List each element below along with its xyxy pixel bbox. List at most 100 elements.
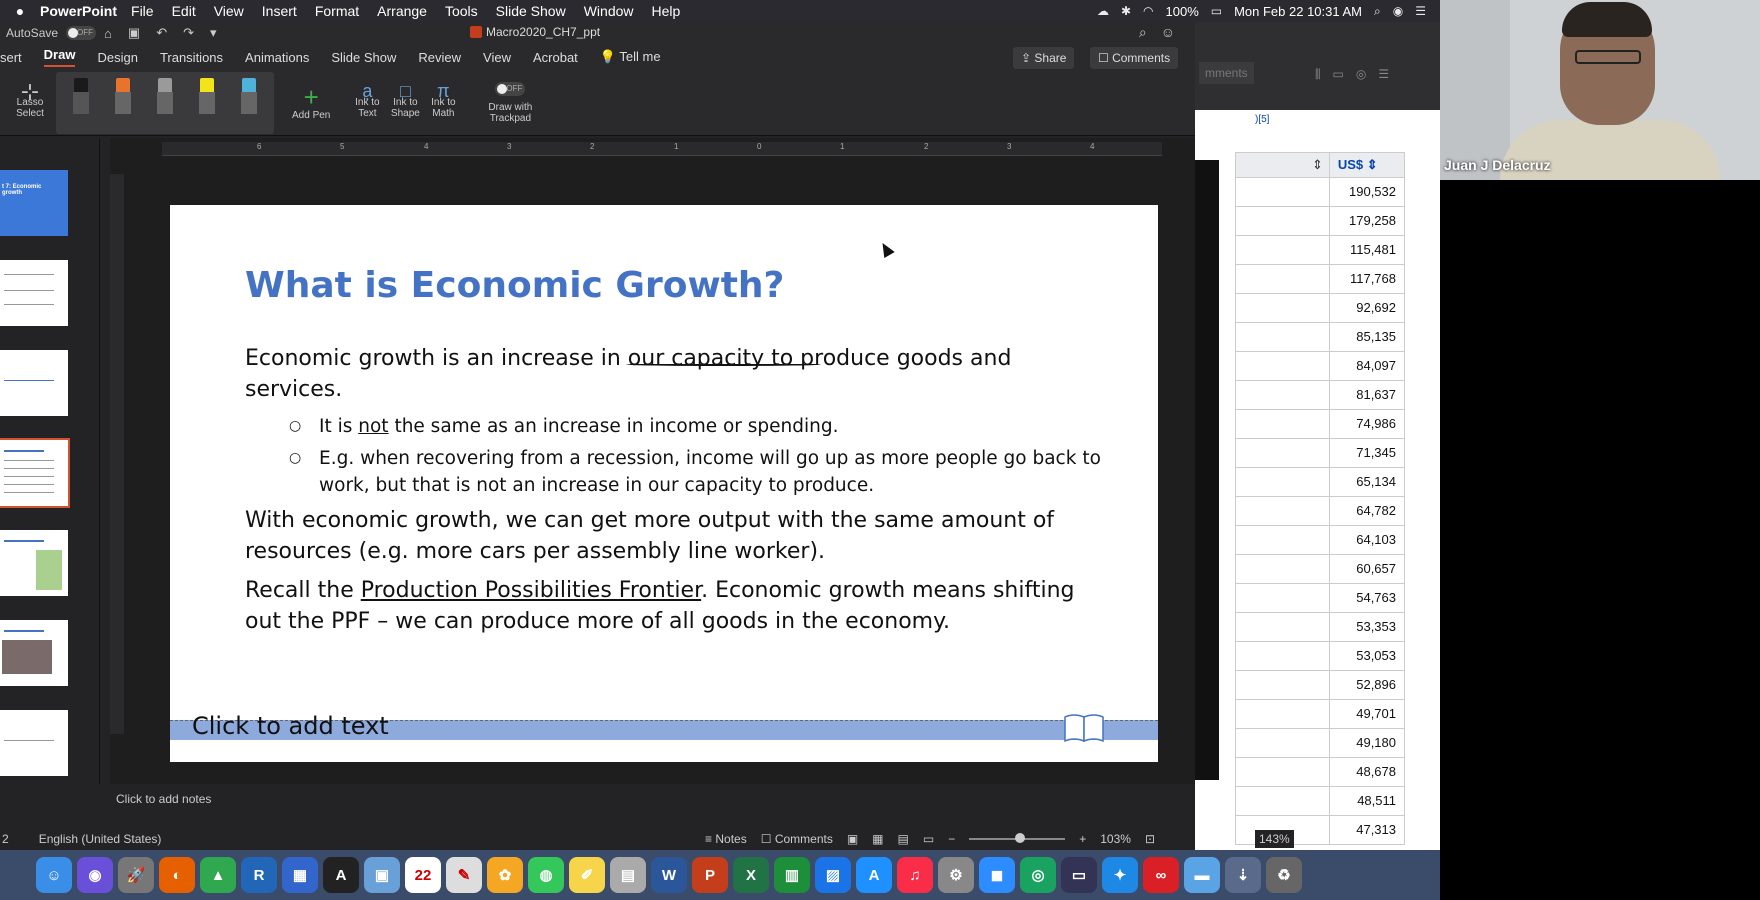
safari-icon[interactable]: ✦ [1102,857,1138,893]
menu-view[interactable]: View [214,3,244,19]
search-doc-icon[interactable]: ⌕ [1139,24,1147,41]
menu-icon[interactable]: ☰ [1378,67,1389,82]
sidebar-icon[interactable]: ▭ [1333,67,1344,82]
zoom-level[interactable]: 103% [1100,832,1131,846]
trackpad-toggle[interactable]: OFF [495,81,526,96]
folder-icon[interactable]: ▬ [1184,857,1220,893]
background-window[interactable]: mments ⫼ ▭ ◎ ☰ )[5] ⇕ US$ ⇕ 190,532 179,2… [1195,22,1440,850]
pen-black[interactable] [67,77,95,128]
tell-me[interactable]: 💡 Tell me [600,49,661,65]
slide-body[interactable]: Economic growth is an increase in our ca… [245,343,1105,645]
pen-gray[interactable] [151,77,179,128]
menu-slide-show[interactable]: Slide Show [496,3,566,19]
keynote-icon[interactable]: ▨ [815,857,851,893]
save-icon[interactable]: ▣ [128,25,140,41]
menu-window[interactable]: Window [584,3,634,19]
slide-canvas[interactable]: What is Economic Growth? Economic growth… [170,205,1158,762]
highlighter-yellow[interactable] [193,77,221,128]
finder-icon[interactable]: ☺ [36,857,72,893]
column-header-usd[interactable]: US$ ⇕ [1330,153,1404,177]
slide-thumbnail[interactable] [0,620,68,686]
photos-icon[interactable]: ✿ [487,857,523,893]
share-button[interactable]: ⇪ Share [1013,47,1075,69]
calendar-icon[interactable]: 22 [405,857,441,893]
siri-icon[interactable]: ◉ [77,857,113,893]
grid-app-icon[interactable]: ▦ [282,857,318,893]
acrobat-icon[interactable]: A [323,857,359,893]
redo-icon[interactable]: ↷ [183,25,194,41]
account-icon[interactable]: ◎ [1356,67,1366,82]
fit-slide-icon[interactable]: ⊡ [1145,832,1155,846]
notes-pane[interactable]: Click to add notes [110,785,1195,813]
slide-thumbnail[interactable] [0,530,68,596]
firefox-icon[interactable]: ◐ [159,857,195,893]
apple-icon[interactable]: ● [0,3,40,19]
slide-thumbnail[interactable] [0,710,68,776]
powerpoint-icon[interactable]: P [692,857,728,893]
bluetooth-icon[interactable]: ✱ [1121,4,1131,18]
slide-thumbnail-current[interactable] [0,438,70,508]
slide-thumbnails[interactable]: t 7: Economic growth [0,138,100,784]
slide-thumbnail[interactable] [0,350,68,416]
prefs-icon[interactable]: ⚙ [938,857,974,893]
messages-icon[interactable]: ◍ [528,857,564,893]
normal-view-icon[interactable]: ▣ [847,832,858,846]
menu-file[interactable]: File [131,3,154,19]
menu-help[interactable]: Help [652,3,681,19]
zoom-icon[interactable]: ◼ [979,857,1015,893]
reference-link[interactable]: )[5] [1255,114,1269,125]
r-icon[interactable]: R [241,857,277,893]
slide-sorter-icon[interactable]: ▦ [872,832,883,846]
menu-arrange[interactable]: Arrange [377,3,427,19]
archive-icon[interactable]: ▤ [610,857,646,893]
library-icon[interactable]: ⫼ [1315,67,1321,82]
pen-orange[interactable] [109,77,137,128]
cloud-icon[interactable]: ☁ [1097,4,1109,18]
home-icon[interactable]: ⌂ [104,26,112,41]
customize-toolbar-icon[interactable]: ▾ [210,25,217,41]
add-pen-button[interactable]: + Add Pen [292,84,330,121]
excel-icon[interactable]: X [733,857,769,893]
tab-design[interactable]: Design [97,50,137,65]
share-person-icon[interactable]: ☺ [1161,24,1175,41]
tab-slide-show[interactable]: Slide Show [331,50,396,65]
battery-icon[interactable]: ▭ [1211,4,1222,18]
trash-icon[interactable]: ♻ [1266,857,1302,893]
wifi-icon[interactable]: ◠ [1143,4,1153,18]
tab-animations[interactable]: Animations [245,50,309,65]
zoom-in-icon[interactable]: + [1079,832,1086,846]
zoom-out-icon[interactable]: − [948,832,955,846]
slide-thumbnail[interactable]: t 7: Economic growth [0,170,68,236]
slide-title[interactable]: What is Economic Growth? [245,265,784,306]
tab-draw[interactable]: Draw [43,47,76,67]
comments-toggle[interactable]: ☐ Comments [761,832,833,846]
ink-to-text-button[interactable]: ạ Ink to Text [350,82,384,119]
maps-icon[interactable]: ▲ [200,857,236,893]
zoom-slider[interactable] [969,833,1066,843]
creative-cloud-icon[interactable]: ∞ [1143,857,1179,893]
autosave-toggle[interactable]: OFF [66,26,97,40]
siri-menu-icon[interactable]: ◉ [1393,4,1403,18]
tab-transitions[interactable]: Transitions [160,50,223,65]
control-center-icon[interactable]: ☰ [1415,4,1426,18]
tab-review[interactable]: Review [418,50,461,65]
ink-to-math-button[interactable]: π Ink to Math [426,82,460,119]
textedit-icon[interactable]: ✎ [446,857,482,893]
music-icon[interactable]: ♫ [897,857,933,893]
downloads-icon[interactable]: ⇣ [1225,857,1261,893]
clock[interactable]: Mon Feb 22 10:31 AM [1234,4,1362,19]
menu-edit[interactable]: Edit [172,3,196,19]
word-icon[interactable]: W [651,857,687,893]
notes-icon[interactable]: ✐ [569,857,605,893]
appstore-icon[interactable]: A [856,857,892,893]
pen-blue[interactable] [235,77,263,128]
tab-acrobat[interactable]: Acrobat [533,50,578,65]
background-comments-button[interactable]: mments [1199,62,1254,84]
search-icon[interactable]: ⌕ [1374,4,1381,19]
tab-insert[interactable]: sert [0,50,22,65]
launchpad-icon[interactable]: 🚀 [118,857,154,893]
comments-button[interactable]: ☐ Comments [1090,47,1179,69]
footer-placeholder[interactable]: Click to add text [192,712,389,740]
app-menu[interactable]: PowerPoint [40,3,117,19]
reading-view-icon[interactable]: ▤ [898,832,909,846]
